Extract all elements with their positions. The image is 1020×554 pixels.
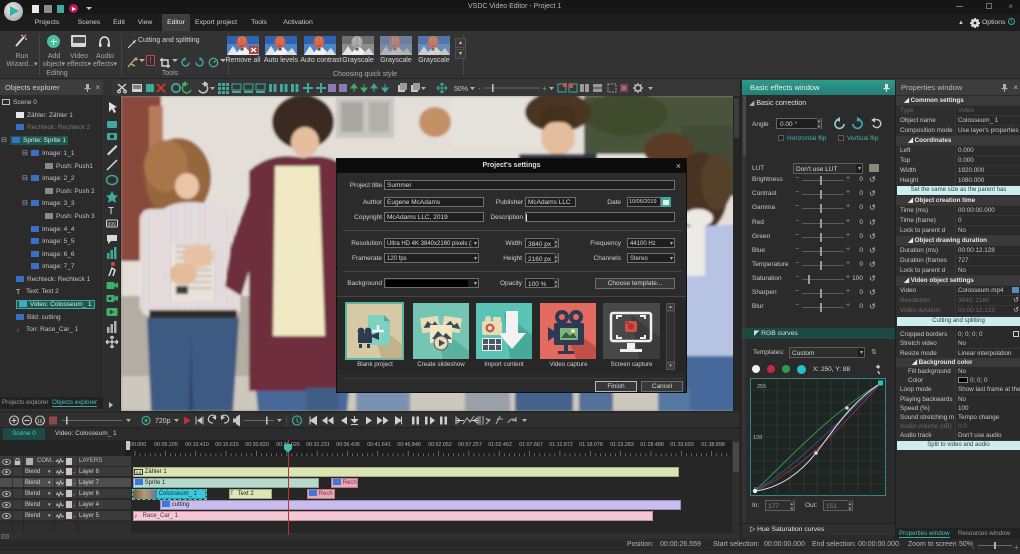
svg-text:-: - xyxy=(478,84,481,93)
svg-text:999: 999 xyxy=(108,222,117,228)
svg-text:50%: 50% xyxy=(454,86,468,93)
svg-text:128: 128 xyxy=(753,435,762,441)
svg-text:16: 16 xyxy=(37,419,43,425)
svg-text:T: T xyxy=(108,206,114,217)
svg-text:720p: 720p xyxy=(155,418,171,425)
svg-text:+: + xyxy=(542,84,547,93)
svg-text:255: 255 xyxy=(757,384,766,390)
